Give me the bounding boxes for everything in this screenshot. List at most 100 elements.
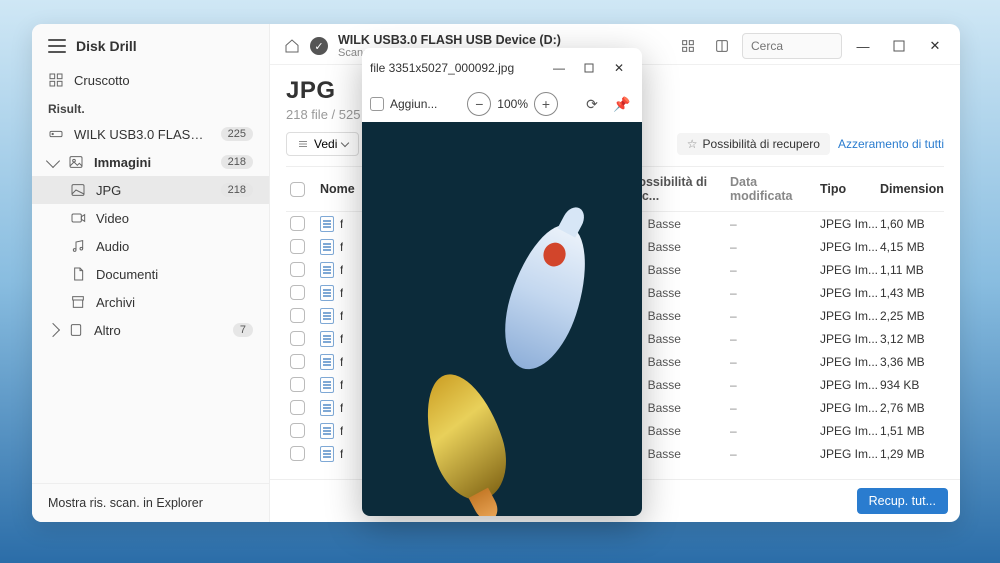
file-icon xyxy=(320,400,334,416)
sidebar-item-label: Video xyxy=(96,211,253,226)
zoom-out -button[interactable]: − xyxy=(467,92,491,116)
row-checkbox[interactable] xyxy=(290,331,305,346)
sidebar-item-label: Immagini xyxy=(94,155,211,170)
sidebar-item-label: Documenti xyxy=(96,267,253,282)
chevron-down-icon xyxy=(341,138,349,146)
count-badge: 225 xyxy=(221,127,253,141)
row-checkbox[interactable] xyxy=(290,262,305,277)
row-checkbox[interactable] xyxy=(290,308,305,323)
col-type[interactable]: Tipo xyxy=(820,182,880,196)
image-icon xyxy=(70,182,86,198)
preview-toolbar: Aggiun... − 100% + ⟳ 📌 xyxy=(362,88,642,122)
preview-title: file 3351x5027_000092.jpg xyxy=(370,61,544,75)
sidebar-section-results: Risult. xyxy=(32,94,269,120)
sidebar-item-jpg[interactable]: JPG 218 xyxy=(32,176,269,204)
file-icon xyxy=(320,216,334,232)
count-badge: 218 xyxy=(221,155,253,169)
close-button[interactable]: ✕ xyxy=(920,32,950,60)
file-icon xyxy=(320,354,334,370)
file-icon xyxy=(320,285,334,301)
split-view-icon[interactable] xyxy=(708,32,736,60)
preview-add-label: Aggiun... xyxy=(390,97,461,111)
koi-fish-white xyxy=(490,215,601,379)
preview-image xyxy=(362,122,642,516)
row-checkbox[interactable] xyxy=(290,400,305,415)
app-header: Disk Drill xyxy=(32,38,269,66)
row-checkbox[interactable] xyxy=(290,423,305,438)
sidebar-item-other[interactable]: Altro 7 xyxy=(32,316,269,344)
video-icon xyxy=(70,210,86,226)
view-button-label: Vedi xyxy=(314,137,337,151)
home-icon[interactable] xyxy=(280,34,304,58)
sidebar-item-label: Archivi xyxy=(96,295,253,310)
zoom-in-button[interactable]: + xyxy=(534,92,558,116)
sidebar-item-documents[interactable]: Documenti xyxy=(32,260,269,288)
row-checkbox[interactable] xyxy=(290,216,305,231)
app-title: Disk Drill xyxy=(76,38,137,54)
minimize-button[interactable]: ― xyxy=(848,32,878,60)
row-checkbox[interactable] xyxy=(290,446,305,461)
grid-view-icon[interactable] xyxy=(674,32,702,60)
preview-add-checkbox[interactable] xyxy=(370,97,384,111)
reset-link[interactable]: Azzeramento di tutti xyxy=(838,137,944,151)
maximize-button[interactable] xyxy=(884,32,914,60)
koi-fish-yellow xyxy=(412,364,519,509)
file-icon xyxy=(320,331,334,347)
preview-titlebar: file 3351x5027_000092.jpg ― ✕ xyxy=(362,48,642,88)
other-icon xyxy=(68,322,84,338)
search-input[interactable] xyxy=(742,33,842,59)
sidebar-item-label: Cruscotto xyxy=(74,73,253,88)
select-all-checkbox[interactable] xyxy=(290,182,305,197)
device-name: WILK USB3.0 FLASH USB Device (D:) xyxy=(338,33,668,47)
file-icon xyxy=(320,423,334,439)
preview-close-button[interactable]: ✕ xyxy=(604,54,634,82)
status-check-icon: ✓ xyxy=(310,37,328,55)
row-checkbox[interactable] xyxy=(290,354,305,369)
chevron-down-icon xyxy=(46,153,60,167)
archive-icon xyxy=(70,294,86,310)
menu-icon[interactable] xyxy=(48,39,66,53)
document-icon xyxy=(70,266,86,282)
row-checkbox[interactable] xyxy=(290,239,305,254)
file-icon xyxy=(320,262,334,278)
show-in-explorer-link[interactable]: Mostra ris. scan. in Explorer xyxy=(32,483,269,522)
row-checkbox[interactable] xyxy=(290,285,305,300)
view-button[interactable]: Vedi xyxy=(286,132,359,156)
row-checkbox[interactable] xyxy=(290,377,305,392)
zoom-level: 100% xyxy=(497,97,528,111)
audio-icon xyxy=(70,238,86,254)
file-icon xyxy=(320,239,334,255)
count-badge: 218 xyxy=(221,183,253,197)
col-date[interactable]: Data modificata xyxy=(730,175,820,203)
sidebar-item-label: Audio xyxy=(96,239,253,254)
pin-icon[interactable]: 📌 xyxy=(610,92,634,116)
image-icon xyxy=(68,154,84,170)
preview-minimize-button[interactable]: ― xyxy=(544,54,574,82)
col-recov[interactable]: Possibilità di rec... xyxy=(630,175,730,203)
col-size[interactable]: Dimensione xyxy=(880,182,940,196)
sidebar-item-label: JPG xyxy=(96,183,211,198)
sidebar-item-images[interactable]: Immagini 218 xyxy=(32,148,269,176)
count-badge: 7 xyxy=(233,323,253,337)
grid-icon xyxy=(48,72,64,88)
chevron-right-icon xyxy=(46,323,60,337)
sidebar-item-label: WILK USB3.0 FLASH USB... xyxy=(74,127,211,142)
file-icon xyxy=(320,377,334,393)
star-icon: ☆ xyxy=(687,137,698,151)
recovery-filter-label: Possibilità di recupero xyxy=(703,137,820,151)
sidebar-item-device[interactable]: WILK USB3.0 FLASH USB... 225 xyxy=(32,120,269,148)
sidebar-item-archives[interactable]: Archivi xyxy=(32,288,269,316)
sidebar-item-label: Altro xyxy=(94,323,223,338)
file-icon xyxy=(320,446,334,462)
recovery-filter[interactable]: ☆ Possibilità di recupero xyxy=(677,133,830,155)
drive-icon xyxy=(48,126,64,142)
preview-window: file 3351x5027_000092.jpg ― ✕ Aggiun... … xyxy=(362,48,642,516)
sidebar-item-video[interactable]: Video xyxy=(32,204,269,232)
sidebar: Disk Drill Cruscotto Risult. WILK USB3.0… xyxy=(32,24,270,522)
preview-maximize-button[interactable] xyxy=(574,54,604,82)
recover-button[interactable]: Recup. tut... xyxy=(857,488,948,514)
sidebar-item-dashboard[interactable]: Cruscotto xyxy=(32,66,269,94)
list-icon xyxy=(297,138,309,150)
sidebar-item-audio[interactable]: Audio xyxy=(32,232,269,260)
rotate-icon[interactable]: ⟳ xyxy=(580,92,604,116)
